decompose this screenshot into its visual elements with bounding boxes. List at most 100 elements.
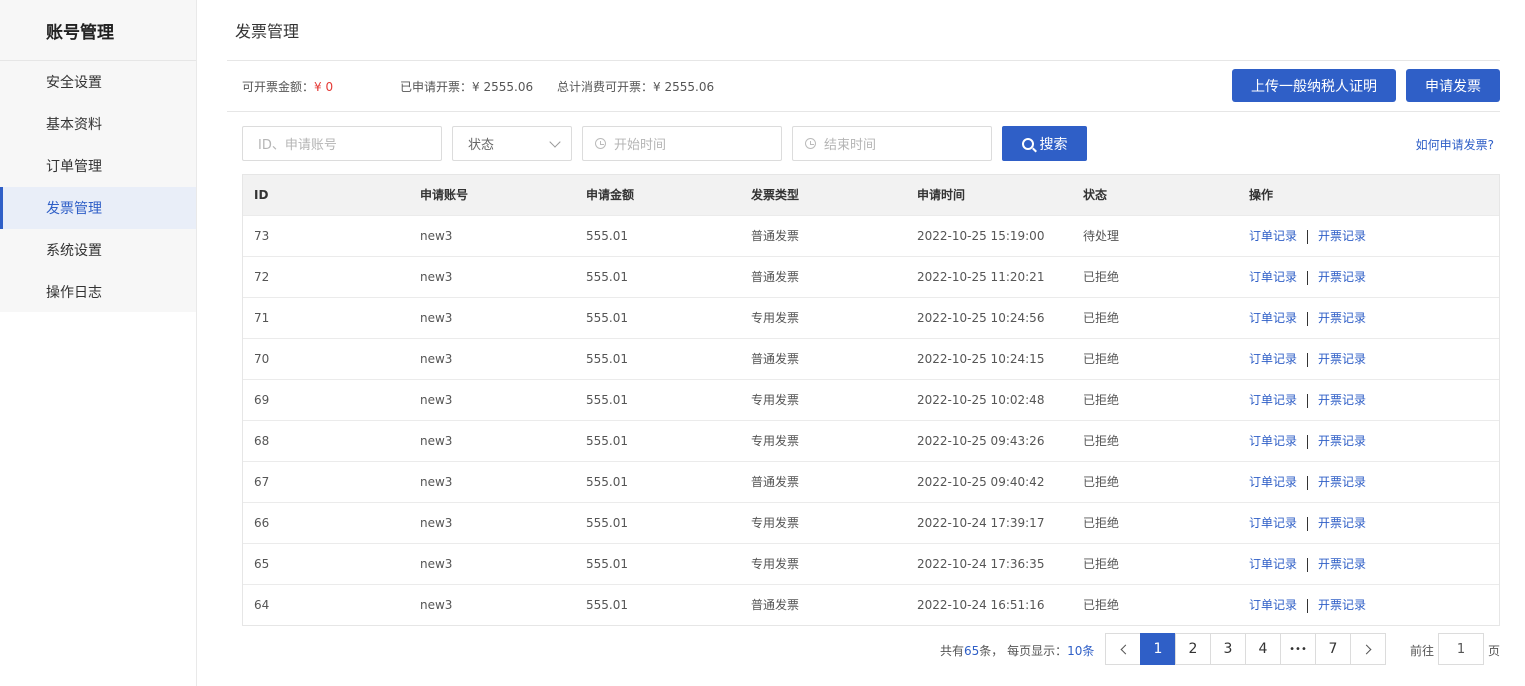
link-separator — [1307, 229, 1309, 244]
sidebar-menu: 安全设置 基本资料 订单管理 发票管理 系统设置 操作日志 — [0, 61, 196, 313]
chevron-left-icon — [1120, 644, 1130, 654]
goto-page-input[interactable]: 1 — [1438, 633, 1484, 665]
end-time-input[interactable]: 结束时间 — [792, 126, 992, 161]
cell-account: new3 — [420, 392, 453, 407]
link-separator — [1307, 393, 1309, 408]
cell-account: new3 — [420, 228, 453, 243]
page-button-3[interactable]: 3 — [1210, 633, 1246, 665]
cell-type: 普通发票 — [751, 270, 800, 284]
start-time-placeholder: 开始时间 — [614, 138, 667, 153]
apply-invoice-button[interactable]: 申请发票 — [1406, 69, 1500, 102]
app-root: 账号管理 安全设置 基本资料 订单管理 发票管理 系统设置 操作日志 发票管理 … — [0, 0, 1525, 686]
sidebar-item-profile[interactable]: 基本资料 — [0, 103, 196, 145]
order-records-link[interactable]: 订单记录 — [1249, 598, 1297, 612]
cell-account: new3 — [420, 474, 453, 489]
order-records-link[interactable]: 订单记录 — [1249, 352, 1297, 366]
sidebar-item-invoices[interactable]: 发票管理 — [0, 187, 196, 229]
invoice-records-link[interactable]: 开票记录 — [1318, 270, 1366, 284]
cell-amount: 555.01 — [586, 269, 628, 284]
cell-amount: 555.01 — [586, 392, 628, 407]
cell-actions: 订单记录 开票记录 — [1238, 584, 1499, 625]
cell-type: 专用发票 — [751, 393, 800, 407]
page-button-2[interactable]: 2 — [1175, 633, 1211, 665]
cell-actions: 订单记录 开票记录 — [1238, 297, 1499, 338]
cell-id: 73 — [254, 228, 270, 243]
invoice-records-link[interactable]: 开票记录 — [1318, 434, 1366, 448]
per-page-prefix: 每页显示： — [1007, 644, 1068, 658]
total-suffix: 条， — [979, 644, 1004, 658]
cell-amount: 555.01 — [586, 433, 628, 448]
invoice-records-link[interactable]: 开票记录 — [1318, 393, 1366, 407]
order-records-link[interactable]: 订单记录 — [1249, 229, 1297, 243]
cell-time: 2022-10-25 09:40:42 — [917, 474, 1045, 489]
summary-applied-label: 已申请开票： — [400, 80, 473, 94]
invoice-records-link[interactable]: 开票记录 — [1318, 598, 1366, 612]
chevron-right-icon — [1361, 644, 1371, 654]
order-records-link[interactable]: 订单记录 — [1249, 393, 1297, 407]
cell-status: 已拒绝 — [1083, 475, 1120, 489]
order-records-link[interactable]: 订单记录 — [1249, 516, 1297, 530]
sidebar-item-system[interactable]: 系统设置 — [0, 229, 196, 271]
sidebar-title: 账号管理 — [0, 0, 196, 61]
invoice-records-link[interactable]: 开票记录 — [1318, 475, 1366, 489]
invoice-records-link[interactable]: 开票记录 — [1318, 352, 1366, 366]
search-button[interactable]: 搜索 — [1002, 126, 1087, 161]
page-ellipsis-button[interactable]: ••• — [1280, 633, 1316, 665]
cell-status: 待处理 — [1083, 229, 1120, 243]
page-button-4[interactable]: 4 — [1245, 633, 1281, 665]
id-account-input[interactable]: ID、申请账号 — [242, 126, 442, 161]
sidebar-empty-area — [0, 312, 196, 686]
upload-taxpayer-proof-button[interactable]: 上传一般纳税人证明 — [1232, 69, 1396, 102]
prev-page-button[interactable] — [1105, 633, 1141, 665]
cell-account: new3 — [420, 310, 453, 325]
column-header-time: 申请时间 — [917, 188, 966, 203]
clock-icon — [805, 138, 816, 149]
table-row: 64 new3 555.01 普通发票 2022-10-24 16:51:16 … — [243, 584, 1499, 625]
order-records-link[interactable]: 订单记录 — [1249, 434, 1297, 448]
page-button-1[interactable]: 1 — [1140, 633, 1176, 665]
link-separator — [1307, 270, 1309, 285]
cell-amount: 555.01 — [586, 310, 628, 325]
sidebar-item-security[interactable]: 安全设置 — [0, 61, 196, 103]
invoice-records-link[interactable]: 开票记录 — [1318, 516, 1366, 530]
cell-id: 66 — [254, 515, 270, 530]
link-separator — [1307, 516, 1309, 531]
how-to-apply-link[interactable]: 如何申请发票? — [1416, 136, 1494, 153]
cell-time: 2022-10-24 17:36:35 — [917, 556, 1045, 571]
pagination-info: 共有65条， 每页显示：10条 — [940, 642, 1094, 659]
cell-type: 专用发票 — [751, 434, 800, 448]
table-row: 71 new3 555.01 专用发票 2022-10-25 10:24:56 … — [243, 297, 1499, 338]
order-records-link[interactable]: 订单记录 — [1249, 557, 1297, 571]
invoice-records-link[interactable]: 开票记录 — [1318, 229, 1366, 243]
search-icon — [1021, 137, 1034, 150]
invoice-records-link[interactable]: 开票记录 — [1318, 311, 1366, 325]
cell-status: 已拒绝 — [1083, 311, 1120, 325]
pagination: 共有65条， 每页显示：10条 1 2 3 4 ••• 7 前往 1 页 — [227, 633, 1500, 665]
start-time-input[interactable]: 开始时间 — [582, 126, 782, 161]
sidebar-item-logs[interactable]: 操作日志 — [0, 271, 196, 313]
cell-id: 70 — [254, 351, 270, 366]
summary-total-value: ¥ 2555.06 — [653, 80, 715, 94]
next-page-button[interactable] — [1350, 633, 1386, 665]
order-records-link[interactable]: 订单记录 — [1249, 311, 1297, 325]
page-unit-label: 页 — [1488, 644, 1501, 658]
invoice-records-link[interactable]: 开票记录 — [1318, 557, 1366, 571]
order-records-link[interactable]: 订单记录 — [1249, 270, 1297, 284]
cell-amount: 555.01 — [586, 228, 628, 243]
table-row: 67 new3 555.01 普通发票 2022-10-25 09:40:42 … — [243, 461, 1499, 502]
page-button-7[interactable]: 7 — [1315, 633, 1351, 665]
cell-actions: 订单记录 开票记录 — [1238, 379, 1499, 420]
cell-type: 专用发票 — [751, 557, 800, 571]
cell-id: 68 — [254, 433, 270, 448]
divider — [227, 60, 1500, 61]
total-count: 65 — [964, 644, 980, 658]
cell-type: 专用发票 — [751, 516, 800, 530]
page-title: 发票管理 — [235, 22, 300, 41]
order-records-link[interactable]: 订单记录 — [1249, 475, 1297, 489]
cell-type: 普通发票 — [751, 598, 800, 613]
cell-status: 已拒绝 — [1083, 557, 1120, 571]
cell-type: 普通发票 — [751, 352, 800, 366]
cell-status: 已拒绝 — [1083, 598, 1120, 613]
status-select[interactable]: 状态 — [452, 126, 572, 161]
sidebar-item-orders[interactable]: 订单管理 — [0, 145, 196, 187]
